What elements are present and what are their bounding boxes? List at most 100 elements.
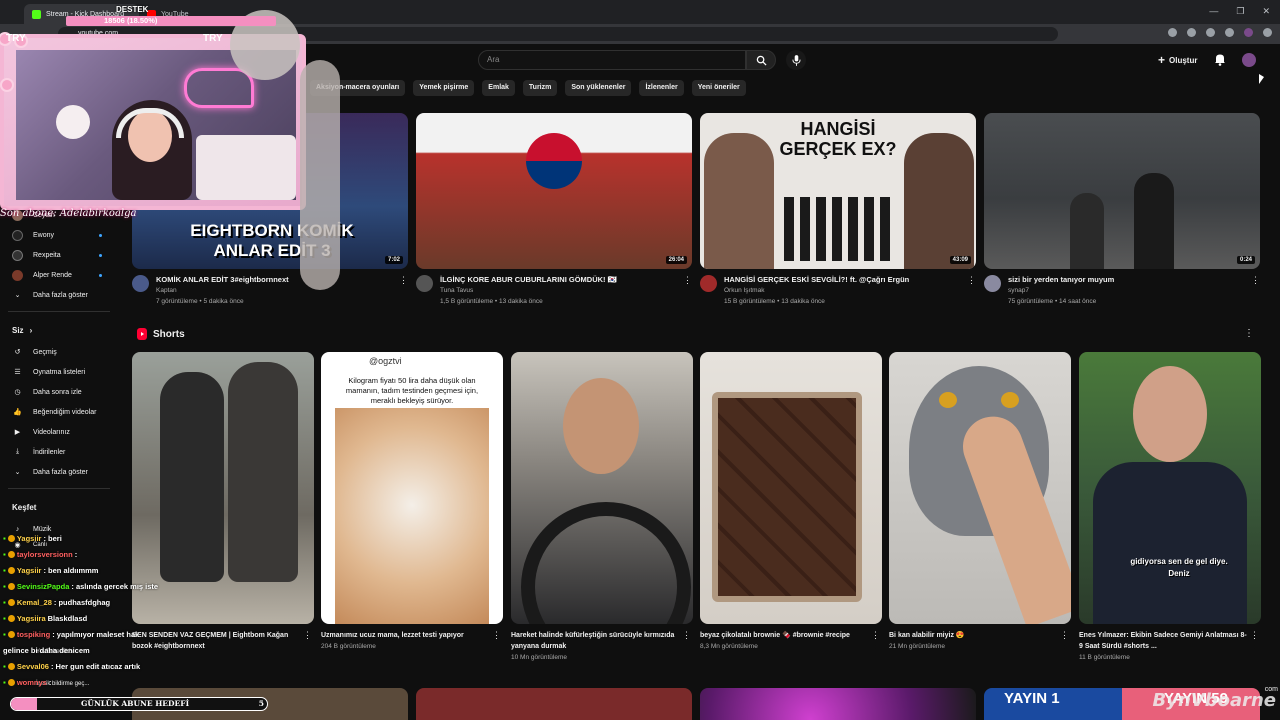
short-thumbnail[interactable]: gidiyorsa sen de gel diye. Deniz [1079,352,1261,624]
chat-text: Blaskdlasd [47,613,88,623]
short-card[interactable]: Hareket halinde küfürleştiğin sürücüyle … [511,352,693,663]
video-duration: 0:24 [1236,256,1255,264]
account-avatar[interactable] [1242,53,1256,67]
channel-avatar[interactable] [984,275,1001,292]
sidebar-item-downloads[interactable]: ⤓ İndirilenler [0,442,118,462]
person-left [704,133,774,269]
chevron-right-icon: › [29,325,33,335]
short-thumbnail[interactable] [700,352,882,624]
filter-chip[interactable]: Turizm [522,80,558,96]
video-card[interactable]: 0:24 sizi bir yerden tanıyor muyum synap… [984,113,1260,307]
short-card[interactable]: @ogztvi Kilogram fiyatı 50 lira daha düş… [321,352,503,652]
video-thumbnail-peek[interactable] [700,688,976,720]
sidebar-item-label: Daha fazla göster [33,291,88,299]
flower-decoration-icon [0,78,14,92]
short-thumbnail[interactable]: @ogztvi Kilogram fiyatı 50 lira daha düş… [321,352,503,624]
video-thumbnail[interactable]: 0:24 [984,113,1260,269]
video-title[interactable]: İLGİNÇ KORE ABUR CUBURLARINI GÖMDÜK! 🇰🇷 [440,275,680,285]
more-options-icon[interactable]: ⋮ [682,630,691,641]
sidebar-item-playlists[interactable]: ☰ Oynatma listeleri [0,362,118,382]
sidebar-item-label: Beğendiğim videolar [33,408,97,416]
chat-text: : [48,677,52,687]
short-title[interactable]: Bi kan alabilir miyiz 😍 [889,630,1057,641]
chat-message: ▪ Kemal_28: pudhasfdghag [3,594,193,610]
channel-avatar[interactable] [132,275,149,292]
create-button[interactable]: + Oluştur [1158,51,1197,69]
chat-text: : yapılmıyor maleset hak [52,629,140,639]
channel-name[interactable]: Tuna Tavus [440,285,692,296]
more-options-icon[interactable]: ⋮ [683,275,692,286]
video-thumbnail[interactable]: HANGİSİ GERÇEK EX? 43:09 [700,113,976,269]
search-input[interactable]: Ara [478,50,746,70]
voice-search-button[interactable] [786,50,806,70]
sidebar-item-liked[interactable]: 👍 Beğendiğim videolar [0,402,118,422]
mouse-cursor-icon [1259,74,1264,84]
sidebar-subscription[interactable]: Alper Rende [0,265,118,285]
short-thumbnail[interactable] [889,352,1071,624]
more-options-icon[interactable]: ⋮ [1250,630,1259,641]
short-views: 8,3 Mn görüntüleme [700,643,758,650]
short-title[interactable]: Enes Yılmazer: Ekibin Sadece Gemiyi Anla… [1079,630,1247,652]
more-options-icon[interactable]: ⋮ [1251,275,1260,286]
sidebar-subscription[interactable]: Rexpeita [0,245,118,265]
short-views: 11 B görüntüleme [1079,654,1130,661]
short-card[interactable]: gidiyorsa sen de gel diye. Deniz Enes Yı… [1079,352,1261,663]
channel-name[interactable]: synap7 [1008,285,1260,296]
sidebar-item-watch-later[interactable]: ◷ Daha sonra izle [0,382,118,402]
chat-message: ▪ Yagsiir: ben aldıımmm [3,562,193,578]
filter-chip[interactable]: Son yüklenenler [565,80,632,96]
sidebar-show-more[interactable]: ⌄ Daha fazla göster [0,285,118,305]
new-content-dot [99,273,102,277]
extension-icon[interactable] [1168,28,1177,37]
extension-icon[interactable] [1244,28,1253,37]
video-title[interactable]: KOMİK ANLAR EDİT 3#eightbornnext [156,275,396,285]
channel-avatar[interactable] [416,275,433,292]
filter-chip[interactable]: Emlak [482,80,515,96]
sidebar-you-header[interactable]: Siz › [0,318,118,342]
short-title[interactable]: Hareket halinde küfürleştiğin sürücüyle … [511,630,679,652]
more-options-icon[interactable]: ⋮ [492,630,501,641]
more-options-icon[interactable]: ⋮ [1060,630,1069,641]
channel-avatar [12,269,23,281]
video-thumbnail[interactable]: 26:04 [416,113,692,269]
minimize-icon[interactable]: — [1209,6,1218,17]
short-thumbnail[interactable] [511,352,693,624]
short-title[interactable]: Uzmanımız ucuz mama, lezzet testi yapıyo… [321,630,489,641]
video-title[interactable]: HANGİSİ GERÇEK ESKİ SEVGİLİ?! ft. @Çağrı… [724,275,964,285]
chat-username: Kemal_28 [16,597,52,607]
sidebar-subscription[interactable]: Ewony [0,225,118,245]
video-thumbnail-peek[interactable] [416,688,692,720]
notifications-bell-icon[interactable] [1214,53,1226,66]
extension-icon[interactable] [1225,28,1234,37]
extension-icon[interactable] [1206,28,1215,37]
more-options-icon[interactable]: ⋮ [967,275,976,286]
filter-chip[interactable]: Yemek pişirme [413,80,475,96]
more-options-icon[interactable]: ⋮ [399,275,408,286]
short-card[interactable]: Bi kan alabilir miyiz 😍 21 Mn görüntülem… [889,352,1071,652]
search-button[interactable] [746,50,776,70]
channel-name[interactable]: Orkun Işıtmak [724,285,976,296]
short-card[interactable]: beyaz çikolatalı brownie 🍫 #brownie #rec… [700,352,882,652]
maximize-icon[interactable]: ❐ [1236,6,1244,17]
menu-dots-icon[interactable] [1263,28,1272,37]
sidebar-item-your-videos[interactable]: ▶ Videolarınız [0,422,118,442]
sidebar-item-history[interactable]: ↺ Geçmiş [0,342,118,362]
video-card[interactable]: 26:04 İLGİNÇ KORE ABUR CUBURLARINI GÖMDÜ… [416,113,692,307]
channel-avatar[interactable] [700,275,717,292]
more-options-icon[interactable]: ⋮ [1244,328,1254,339]
close-icon[interactable]: ✕ [1262,6,1270,17]
short-title[interactable]: beyaz çikolatalı brownie 🍫 #brownie #rec… [700,630,868,641]
subscriber-badge-icon [7,630,15,638]
more-options-icon[interactable]: ⋮ [303,630,312,641]
filter-chip[interactable]: İzlenenler [639,80,684,96]
sidebar-item-label: Daha fazla göster [33,468,88,476]
filter-chip[interactable]: Yeni öneriler [691,80,746,96]
sidebar-show-more[interactable]: ⌄ Daha fazla göster [0,462,118,482]
extension-icon[interactable] [1187,28,1196,37]
video-card[interactable]: HANGİSİ GERÇEK EX? 43:09 HANGİSİ GERÇEK … [700,113,976,307]
channel-name[interactable]: Kaptan [156,285,408,296]
new-content-dot [99,253,102,257]
more-options-icon[interactable]: ⋮ [871,630,880,641]
video-title[interactable]: sizi bir yerden tanıyor muyum [1008,275,1248,285]
cat-eye [939,392,957,408]
